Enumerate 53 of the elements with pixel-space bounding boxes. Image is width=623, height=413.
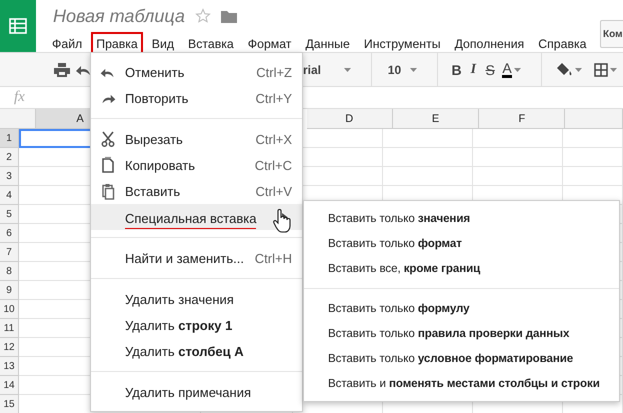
- row-header[interactable]: 5: [0, 205, 19, 224]
- formula-label: fx: [14, 89, 25, 106]
- menu-option[interactable]: Отменить Ctrl+Z: [91, 59, 302, 85]
- menu-item[interactable]: Справка: [533, 32, 592, 56]
- column-header[interactable]: E: [392, 109, 480, 129]
- document-title[interactable]: Новая таблица: [53, 6, 185, 26]
- menu-option[interactable]: Удалить примечания: [91, 379, 302, 405]
- menu-option[interactable]: Вставить Ctrl+V: [91, 178, 302, 204]
- menu-item[interactable]: Вставка: [183, 32, 239, 56]
- menu-item[interactable]: Данные: [300, 32, 355, 56]
- menu-option[interactable]: Удалить значения: [91, 286, 302, 312]
- row-header[interactable]: 4: [0, 186, 19, 205]
- row-header[interactable]: 3: [0, 167, 19, 186]
- row-header[interactable]: 12: [0, 338, 19, 357]
- menu-option[interactable]: Найти и заменить... Ctrl+H: [91, 245, 302, 271]
- row-header[interactable]: 15: [0, 395, 19, 413]
- row-header[interactable]: 11: [0, 319, 19, 338]
- format-button[interactable]: I: [468, 62, 479, 78]
- menu-option[interactable]: Вставить только правила проверки данных: [304, 321, 619, 346]
- row-header[interactable]: 14: [0, 376, 19, 395]
- menu-option[interactable]: Специальная вставка: [91, 204, 302, 230]
- menu-option[interactable]: Вставить и поменять местами столбцы и строки: [304, 371, 619, 396]
- menu-item[interactable]: Файл: [47, 32, 88, 56]
- row-header[interactable]: 8: [0, 262, 19, 281]
- menu-option[interactable]: Вставить только условное форматирование: [304, 346, 619, 371]
- column-header[interactable]: D: [306, 109, 393, 129]
- menu-item[interactable]: Инструменты: [358, 32, 446, 56]
- format-button[interactable]: B: [451, 62, 462, 78]
- comments-button[interactable]: Ком: [600, 20, 623, 48]
- row-header[interactable]: 13: [0, 357, 19, 376]
- menu-option[interactable]: Копировать Ctrl+C: [91, 152, 302, 178]
- row-header[interactable]: 10: [0, 300, 19, 319]
- menu-option[interactable]: Удалить строку 1: [91, 312, 302, 338]
- row-header[interactable]: 9: [0, 281, 19, 300]
- format-button[interactable]: A: [502, 61, 512, 78]
- menu-item[interactable]: Дополнения: [450, 32, 530, 56]
- menu-option[interactable]: Вставить только формат: [304, 231, 619, 256]
- menu-option[interactable]: Повторить Ctrl+Y: [91, 85, 302, 111]
- menu-item[interactable]: Вид: [146, 32, 180, 56]
- menu-option[interactable]: Вырезать Ctrl+X: [91, 126, 302, 152]
- row-header[interactable]: 1: [0, 129, 19, 148]
- menu-option[interactable]: Вставить все, кроме границ: [304, 256, 619, 281]
- menu-option[interactable]: Удалить столбец A: [91, 338, 302, 364]
- format-button[interactable]: S: [484, 62, 496, 78]
- row-header[interactable]: 6: [0, 224, 19, 243]
- row-header[interactable]: 7: [0, 243, 19, 262]
- menu-option[interactable]: Вставить только формулу: [304, 296, 619, 321]
- row-header[interactable]: 2: [0, 148, 19, 167]
- column-header[interactable]: F: [479, 109, 566, 129]
- menu-option[interactable]: Вставить только значения: [304, 206, 619, 231]
- menu-item[interactable]: Формат: [242, 32, 296, 56]
- font-select[interactable]: rial: [303, 62, 338, 76]
- font-size-select[interactable]: 10: [385, 62, 404, 76]
